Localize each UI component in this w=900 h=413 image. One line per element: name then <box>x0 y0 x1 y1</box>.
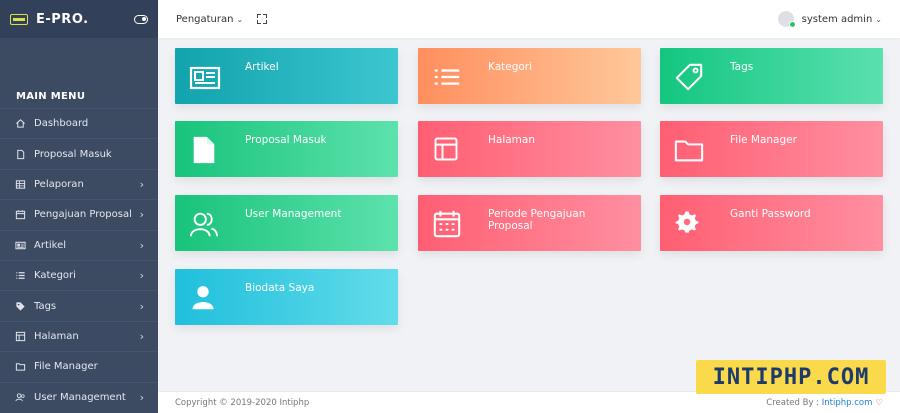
sidebar-item-label: Halaman <box>34 330 79 342</box>
chevron-right-icon: › <box>139 390 144 404</box>
sidebar-item-label: Kategori <box>34 270 76 282</box>
sidebar-toggle-icon[interactable] <box>134 14 148 24</box>
sidebar-item-label: Tags <box>34 300 57 312</box>
sidebar-item-label: Pelaporan <box>34 178 84 190</box>
list-icon <box>432 62 462 92</box>
newspaper-icon <box>189 62 221 92</box>
card-kategori[interactable]: Kategori <box>418 48 641 104</box>
heart-icon: ♡ <box>875 397 883 408</box>
sidebar-item-pelaporan[interactable]: Pelaporan › <box>0 168 158 199</box>
brand-logo-icon[interactable] <box>10 13 28 25</box>
sidebar-item-pengajuan-proposal[interactable]: Pengajuan Proposal › <box>0 199 158 229</box>
card-label: Ganti Password <box>730 208 811 220</box>
sidebar-item-kategori[interactable]: Kategori › <box>0 259 158 290</box>
calendar-icon <box>432 209 462 239</box>
card-biodata-saya[interactable]: Biodata Saya <box>175 269 398 325</box>
sidebar-item-label: File Manager <box>34 361 98 373</box>
user-name: system admin <box>801 13 873 25</box>
card-label: File Manager <box>730 134 797 146</box>
folder-icon <box>14 361 26 373</box>
settings-menu-label: Pengaturan <box>176 13 234 25</box>
settings-menu[interactable]: Pengaturan ⌄ <box>176 14 243 25</box>
sidebar-item-label: User Management <box>34 391 126 403</box>
card-file-manager[interactable]: File Manager <box>660 121 883 177</box>
file-icon <box>189 135 219 165</box>
footer: Copyright © 2019-2020 Intiphp Created By… <box>158 391 900 413</box>
users-icon <box>14 391 26 403</box>
card-user-management[interactable]: User Management <box>175 195 398 251</box>
sidebar-item-halaman[interactable]: Halaman › <box>0 320 158 351</box>
card-ganti-password[interactable]: Ganti Password <box>660 195 883 251</box>
created-by: Created By : Intiphp.com ♡ <box>766 398 883 408</box>
sidebar-item-artikel[interactable]: Artikel › <box>0 229 158 260</box>
chevron-right-icon: › <box>139 177 144 191</box>
menu-header: MAIN MENU <box>16 91 86 102</box>
card-tags[interactable]: Tags <box>660 48 883 104</box>
card-label: Biodata Saya <box>245 282 315 294</box>
card-label: Tags <box>730 61 754 73</box>
chevron-right-icon: › <box>139 238 144 252</box>
avatar <box>777 11 796 28</box>
chevron-right-icon: › <box>139 329 144 343</box>
layout-icon <box>432 135 462 165</box>
folder-icon <box>674 135 704 165</box>
sidebar-item-user-management[interactable]: User Management › <box>0 381 158 412</box>
chevron-down-icon: ⌄ <box>236 14 244 24</box>
table-icon <box>14 178 26 190</box>
file-icon <box>14 148 26 160</box>
sidebar-menu: Dashboard Proposal Masuk Pelaporan › Pengaju… <box>0 108 158 412</box>
users-icon <box>189 209 219 239</box>
copyright-text: Copyright © 2019-2020 Intiphp <box>175 397 310 408</box>
card-label: Halaman <box>488 134 535 146</box>
sidebar-item-label: Dashboard <box>34 118 89 130</box>
chevron-right-icon: › <box>139 299 144 313</box>
layout-icon <box>14 330 26 342</box>
chevron-down-icon: ⌄ <box>875 14 882 24</box>
card-label: Proposal Masuk <box>245 134 327 146</box>
brand-bar: E-PRO. <box>0 0 158 38</box>
tags-icon <box>14 300 26 312</box>
watermark-text: INTIPHP.COM <box>712 364 870 390</box>
sidebar-item-label: Proposal Masuk <box>34 148 112 160</box>
chevron-right-icon: › <box>139 208 144 222</box>
chevron-right-icon: › <box>139 269 144 283</box>
topbar: Pengaturan ⌄ system admin ⌄ <box>158 0 900 38</box>
sidebar-item-label: Pengajuan Proposal <box>34 209 132 221</box>
card-periode-pengajuan-proposal[interactable]: Periode Pengajuan Proposal <box>418 195 641 251</box>
card-label: Kategori <box>488 61 533 73</box>
card-label: Artikel <box>245 61 279 73</box>
card-proposal-masuk[interactable]: Proposal Masuk <box>175 121 398 177</box>
gear-icon <box>674 209 704 239</box>
sidebar-item-tags[interactable]: Tags › <box>0 290 158 320</box>
card-artikel[interactable]: Artikel <box>175 48 398 104</box>
created-by-link[interactable]: Intiphp.com <box>822 398 873 408</box>
home-icon <box>14 118 26 130</box>
user-icon <box>189 283 219 313</box>
calendar-icon <box>14 209 26 221</box>
sidebar-item-dashboard[interactable]: Dashboard <box>0 108 158 138</box>
sidebar: E-PRO. MAIN MENU Dashboard Proposal Masuk… <box>0 0 158 413</box>
sidebar-item-label: Artikel <box>34 239 67 251</box>
fullscreen-icon[interactable] <box>257 14 268 24</box>
user-menu[interactable]: system admin ⌄ <box>777 11 882 28</box>
sidebar-item-proposal-masuk[interactable]: Proposal Masuk <box>0 138 158 168</box>
tag-icon <box>674 62 704 92</box>
card-label: User Management <box>245 208 342 220</box>
sidebar-item-file-manager[interactable]: File Manager <box>0 351 158 381</box>
watermark-logo: INTIPHP.COM <box>696 360 886 394</box>
created-by-label: Created By : <box>766 397 820 408</box>
brand-name[interactable]: E-PRO. <box>36 12 89 27</box>
card-halaman[interactable]: Halaman <box>418 121 641 177</box>
list-icon <box>14 270 26 282</box>
newspaper-icon <box>14 239 26 251</box>
card-label: Periode Pengajuan Proposal <box>488 208 586 232</box>
